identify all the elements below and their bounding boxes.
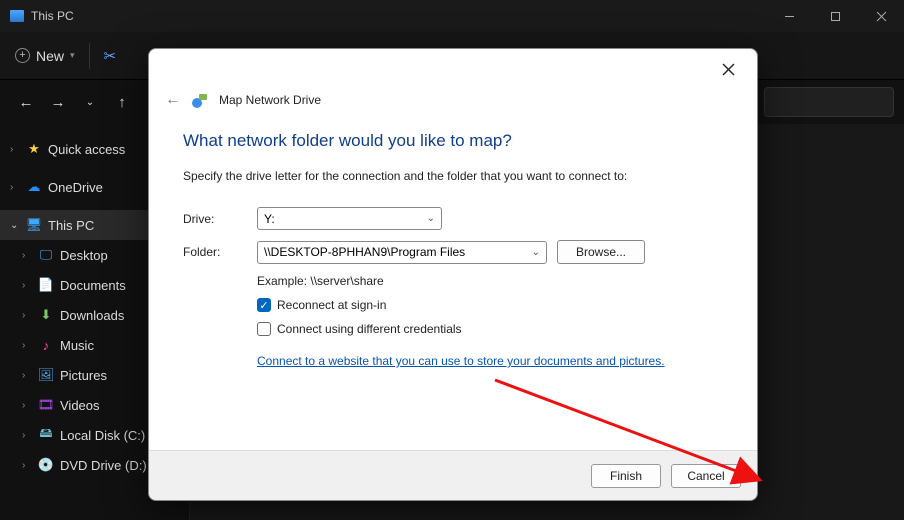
documents-icon: 📄	[38, 277, 54, 293]
back-button[interactable]: ←	[12, 88, 40, 116]
browse-button[interactable]: Browse...	[557, 240, 645, 264]
music-icon: ♪	[38, 337, 54, 353]
chevron-right-icon: ›	[10, 144, 20, 155]
website-link-text: Connect to a website that you can use to…	[257, 354, 661, 368]
dialog-subtitle: Specify the drive letter for the connect…	[183, 169, 723, 183]
sidebar-item-label: DVD Drive (D:)	[60, 458, 147, 473]
pictures-icon: 🖼	[38, 367, 54, 383]
network-drive-icon	[191, 91, 209, 109]
maximize-button[interactable]	[812, 0, 858, 32]
folder-input[interactable]: \\DESKTOP-8PHHAN9\Program Files ⌄	[257, 241, 547, 264]
folder-value: \\DESKTOP-8PHHAN9\Program Files	[264, 245, 465, 259]
dvd-icon: 💿	[38, 457, 54, 473]
dialog-close-button[interactable]	[713, 54, 743, 84]
browse-button-label: Browse...	[576, 245, 626, 259]
dialog-titlebar	[149, 49, 757, 89]
finish-button-label: Finish	[610, 469, 642, 483]
cancel-button[interactable]: Cancel	[671, 464, 741, 488]
sidebar-item-label: Downloads	[60, 308, 124, 323]
sidebar-item-label: Documents	[60, 278, 126, 293]
chevron-right-icon: ›	[22, 430, 32, 441]
cloud-icon: ☁	[26, 179, 42, 195]
downloads-icon: ⬇	[38, 307, 54, 323]
minimize-button[interactable]	[766, 0, 812, 32]
star-icon: ★	[26, 141, 42, 157]
chevron-right-icon: ›	[22, 370, 32, 381]
chevron-right-icon: ›	[22, 400, 32, 411]
dialog-back-button[interactable]: ←	[165, 91, 181, 109]
folder-label: Folder:	[183, 245, 257, 259]
sidebar-item-label: OneDrive	[48, 180, 103, 195]
search-box[interactable]	[764, 87, 894, 117]
pc-icon	[10, 10, 24, 22]
dialog-body: What network folder would you like to ma…	[149, 113, 757, 450]
recent-button[interactable]: ⌄	[76, 88, 104, 116]
dialog-heading: What network folder would you like to ma…	[183, 131, 723, 151]
new-button-label: New	[36, 48, 64, 64]
disk-icon: 🖴	[38, 427, 54, 443]
new-button[interactable]: + New ▾	[15, 48, 75, 64]
cancel-button-label: Cancel	[687, 469, 724, 483]
dialog-footer: Finish Cancel	[149, 450, 757, 500]
chevron-right-icon: ›	[22, 250, 32, 261]
diffcred-label: Connect using different credentials	[277, 322, 462, 336]
close-button[interactable]	[858, 0, 904, 32]
window-title: This PC	[31, 9, 74, 23]
website-link[interactable]: Connect to a website that you can use to…	[257, 354, 665, 368]
sidebar-item-label: Local Disk (C:)	[60, 428, 145, 443]
chevron-right-icon: ›	[10, 182, 20, 193]
sidebar-item-label: Desktop	[60, 248, 108, 263]
chevron-down-icon: ⌄	[427, 213, 435, 224]
videos-icon: 🎞	[38, 397, 54, 413]
plus-icon: +	[15, 48, 30, 63]
sidebar-item-label: Music	[60, 338, 94, 353]
chevron-right-icon: ›	[22, 310, 32, 321]
chevron-down-icon: ⌄	[10, 220, 20, 231]
chevron-down-icon: ▾	[70, 50, 75, 61]
example-text: Example: \\server\share	[257, 274, 723, 288]
sidebar-item-label: Pictures	[60, 368, 107, 383]
forward-button[interactable]: →	[44, 88, 72, 116]
diffcred-checkbox[interactable]	[257, 322, 271, 336]
map-network-drive-dialog: ← Map Network Drive What network folder …	[148, 48, 758, 501]
reconnect-label: Reconnect at sign-in	[277, 298, 386, 312]
drive-select[interactable]: Y: ⌄	[257, 207, 442, 230]
reconnect-checkbox[interactable]: ✓	[257, 298, 271, 312]
sidebar-item-label: Videos	[60, 398, 100, 413]
desktop-icon: 🖵	[38, 247, 54, 263]
sidebar-item-label: This PC	[48, 218, 94, 233]
chevron-down-icon: ⌄	[532, 247, 540, 258]
up-button[interactable]: ↑	[108, 88, 136, 116]
chevron-right-icon: ›	[22, 340, 32, 351]
dialog-title: Map Network Drive	[219, 93, 321, 107]
pc-icon: 🖥	[26, 217, 42, 233]
finish-button[interactable]: Finish	[591, 464, 661, 488]
diffcred-checkbox-row[interactable]: Connect using different credentials	[257, 322, 723, 336]
chevron-right-icon: ›	[22, 280, 32, 291]
drive-label: Drive:	[183, 212, 257, 226]
reconnect-checkbox-row[interactable]: ✓ Reconnect at sign-in	[257, 298, 723, 312]
window-titlebar: This PC	[0, 0, 904, 32]
toolbar-divider	[89, 43, 90, 69]
drive-value: Y:	[264, 212, 275, 226]
sidebar-item-label: Quick access	[48, 142, 125, 157]
dialog-header: ← Map Network Drive	[149, 89, 757, 113]
cut-icon[interactable]: ✂	[104, 47, 117, 65]
chevron-right-icon: ›	[22, 460, 32, 471]
